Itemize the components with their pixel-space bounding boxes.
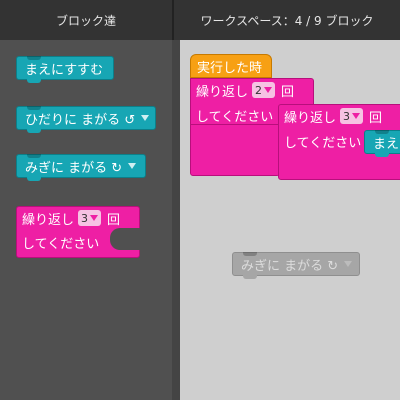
toolbox-header: ブロック達 — [0, 0, 172, 40]
toolbox-panel: まえにすすむ ひだりに まがる ↺ みぎに まがる ↻ 繰り返し 3 回 してく… — [0, 40, 172, 400]
when-run-label: 実行した時 — [197, 60, 263, 76]
ghost-turn-right-label: みぎに まがる ↻ — [241, 258, 339, 274]
outer-repeat-do-label: してください — [196, 110, 274, 125]
turn-right-label: みぎに まがる ↻ — [25, 160, 123, 176]
inner-repeat-count-dropdown[interactable]: 3 — [340, 108, 364, 124]
toolbox-turn-right-block[interactable]: みぎに まがる ↻ — [16, 154, 146, 181]
when-run-block[interactable]: 実行した時 — [190, 54, 272, 78]
inner-repeat-count: 3 — [343, 109, 351, 123]
toolbox-repeat-block[interactable]: 繰り返し 3 回 してください — [16, 206, 140, 258]
workspace-title: ワークスペース：4 / 9 ブロック — [200, 13, 374, 28]
chevron-down-icon — [264, 87, 273, 93]
inner-forward-block[interactable]: まえ — [364, 130, 400, 157]
repeat-block-header: 繰り返し 3 回 — [16, 206, 140, 230]
turn-right-dropdown[interactable] — [126, 158, 137, 174]
chevron-down-icon — [90, 215, 99, 221]
inner-repeat-do-label: してください — [284, 136, 362, 151]
repeat-label: 繰り返し — [22, 212, 75, 228]
inner-repeat-header: 繰り返し 3 回 — [278, 104, 400, 128]
inner-repeat-label: 繰り返し — [284, 110, 337, 126]
repeat-count: 3 — [81, 211, 89, 225]
workspace-header: ワークスペース：4 / 9 ブロック — [174, 0, 400, 40]
chevron-down-icon — [141, 115, 150, 121]
outer-repeat-side — [190, 124, 280, 176]
turn-left-dropdown[interactable] — [139, 110, 150, 126]
repeat-count-dropdown[interactable]: 3 — [78, 210, 102, 226]
toolbox-turn-left-block[interactable]: ひだりに まがる ↺ — [16, 106, 156, 133]
outer-repeat-count-dropdown[interactable]: 2 — [252, 82, 276, 98]
toolbox-forward-block[interactable]: まえにすすむ — [16, 56, 114, 83]
repeat-do-label: してください — [22, 237, 100, 252]
workspace-panel[interactable]: 実行した時 繰り返し 2 回 してください 繰り返し 3 回 してください まえ — [180, 40, 400, 400]
outer-repeat-count: 2 — [255, 83, 263, 97]
repeat-block-slot — [110, 228, 140, 250]
outer-repeat-header: 繰り返し 2 回 — [190, 78, 314, 102]
inner-forward-label: まえ — [373, 136, 400, 152]
repeat-unit: 回 — [107, 212, 121, 228]
toolbox-title: ブロック達 — [55, 13, 116, 28]
chevron-down-icon — [344, 261, 353, 267]
forward-label: まえにすすむ — [25, 62, 104, 78]
chevron-down-icon — [352, 113, 361, 119]
chevron-down-icon — [128, 163, 137, 169]
turn-left-label: ひだりに まがる ↺ — [25, 112, 136, 128]
panel-gutter — [172, 40, 180, 400]
inner-repeat-unit: 回 — [369, 110, 383, 126]
ghost-turn-right-dropdown[interactable] — [342, 256, 353, 272]
outer-repeat-label: 繰り返し — [196, 84, 249, 100]
outer-repeat-unit: 回 — [281, 84, 295, 100]
ghost-turn-right-block[interactable]: みぎに まがる ↻ — [232, 252, 360, 279]
